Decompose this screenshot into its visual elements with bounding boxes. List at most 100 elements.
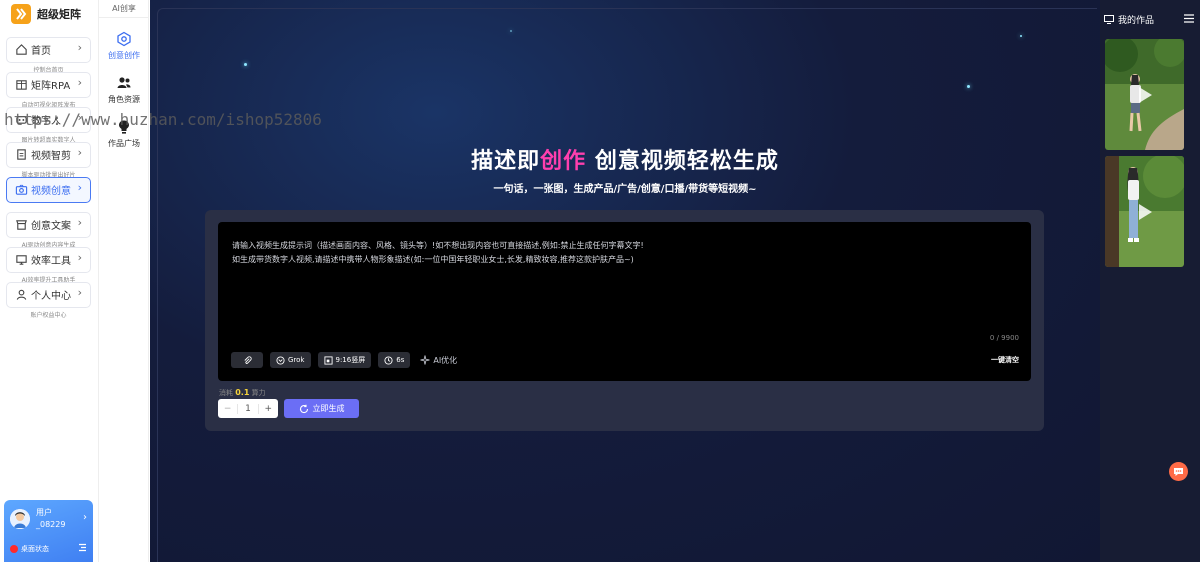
- avatar: [10, 509, 30, 529]
- chevron-right-icon: ›: [77, 146, 82, 159]
- sidebar-item-label: 矩阵RPA: [31, 81, 71, 92]
- logo-icon: [11, 4, 31, 24]
- ratio-label: 9:16竖屏: [335, 356, 366, 364]
- quantity-stepper: − 1 +: [218, 399, 278, 418]
- app-name: 超级矩阵: [37, 8, 81, 21]
- chevron-right-icon: ›: [83, 512, 87, 523]
- prompt-editor[interactable]: 请输入视频生成提示词（描述画面内容、风格、镜头等）!如不想出现内容也可直接描述,…: [218, 222, 1031, 381]
- sub-nav: AI创享 创意创作 角色资源 作品广场: [99, 0, 149, 562]
- decrement-button[interactable]: −: [218, 403, 239, 414]
- main-canvas: 描述即创作 创意视频轻松生成 一句话，一张图，生成产品/广告/创意/口播/带货等…: [150, 0, 1100, 562]
- refresh-icon: [299, 404, 308, 413]
- generate-panel: 请输入视频生成提示词（描述画面内容、风格、镜头等）!如不想出现内容也可直接描述,…: [205, 210, 1044, 431]
- char-counter: 0 / 9900: [989, 334, 1019, 342]
- sidebar-item-profile[interactable]: 个人中心 › 账户权益中心: [6, 282, 91, 319]
- works-title: 我的作品: [1118, 16, 1155, 26]
- quantity-value[interactable]: 1: [238, 404, 257, 414]
- sidebar-item-digital-human[interactable]: 数字人 › 图片转超真实数字人: [6, 107, 91, 144]
- menu-icon[interactable]: [78, 543, 87, 552]
- sub-nav-item-gallery[interactable]: 作品广场: [99, 119, 149, 149]
- sidebar-item-home[interactable]: 首页 › 控制台首页: [6, 37, 91, 74]
- cost-info: 消耗 0.1 算力: [219, 388, 266, 398]
- aspect-ratio-icon: [323, 355, 333, 365]
- sidebar: 超级矩阵 首页 › 控制台首页 矩阵RPA › 自动可视化矩阵发布 数字人 › …: [0, 0, 99, 562]
- ratio-select[interactable]: 9:16竖屏: [317, 352, 372, 368]
- model-label: Grok: [288, 356, 305, 364]
- chevron-right-icon: ›: [77, 41, 82, 54]
- camera-icon: [15, 184, 28, 195]
- work-thumbnail[interactable]: [1105, 39, 1184, 150]
- star-decoration: [510, 30, 512, 32]
- generate-button[interactable]: 立即生成: [284, 399, 359, 418]
- cost-unit: 算力: [251, 389, 266, 397]
- user-icon: [16, 289, 27, 300]
- ai-optimize-label: AI优化: [433, 355, 458, 365]
- user-label: 用户: [36, 508, 52, 517]
- user-name-block: 用户 _08229: [36, 507, 65, 531]
- model-select[interactable]: Grok: [270, 352, 311, 368]
- sub-nav-label: 创意创作: [108, 51, 140, 60]
- model-icon: [276, 355, 285, 365]
- sidebar-item-label: 个人中心: [31, 291, 71, 302]
- sidebar-item-video-creative[interactable]: 视频创意 ›: [6, 177, 91, 203]
- store-icon: [16, 220, 27, 230]
- sparkle-icon: [420, 355, 430, 365]
- clock-icon: [384, 355, 393, 365]
- prompt-line: 如生成带货数字人视频,请描述中携带人物形象描述(如:一位中国年轻职业女士,长发,…: [232, 255, 634, 264]
- duration-label: 6s: [396, 356, 405, 364]
- prompt-placeholder: 请输入视频生成提示词（描述画面内容、风格、镜头等）!如不想出现内容也可直接描述,…: [232, 239, 1012, 267]
- generate-label: 立即生成: [312, 404, 345, 413]
- home-icon: [16, 44, 27, 55]
- ai-optimize-button[interactable]: AI优化: [420, 355, 457, 366]
- chevron-right-icon: ›: [77, 76, 82, 89]
- chat-button[interactable]: [1169, 462, 1188, 481]
- attach-button[interactable]: [231, 352, 263, 368]
- play-icon: [1139, 87, 1152, 103]
- sub-nav-item-create[interactable]: 创意创作: [99, 31, 149, 61]
- sidebar-item-label: 数字人: [31, 116, 61, 127]
- star-decoration: [1020, 35, 1022, 37]
- page-title: 描述即创作 创意视频轻松生成: [150, 143, 1100, 175]
- cost-label: 消耗: [219, 389, 233, 397]
- users-icon: [117, 77, 131, 88]
- works-header: 我的作品: [1104, 13, 1154, 26]
- monitor-icon: [1104, 15, 1114, 24]
- clipboard-icon: [17, 149, 26, 160]
- sidebar-item-video-edit[interactable]: 视频智剪 › 脚本驱动批量出好片: [6, 142, 91, 179]
- sidebar-item-label: 视频创意: [31, 186, 71, 197]
- menu-icon[interactable]: [1184, 14, 1194, 23]
- sidebar-item-label: 视频智剪: [31, 151, 71, 162]
- increment-button[interactable]: +: [257, 403, 278, 414]
- play-icon: [1139, 204, 1152, 220]
- status-dot-icon: [10, 545, 18, 553]
- user-card[interactable]: 用户 _08229 › 桌面状态: [4, 500, 93, 562]
- paperclip-icon: [243, 355, 252, 364]
- chevron-right-icon: ›: [77, 216, 82, 229]
- editor-toolbar: Grok 9:16竖屏 6s AI优化: [231, 352, 457, 368]
- clear-button[interactable]: 一键清空: [991, 355, 1019, 365]
- chevron-right-icon: ›: [77, 251, 82, 264]
- sidebar-item-label: 创意文案: [31, 221, 71, 232]
- monitor-icon: [16, 255, 27, 265]
- chat-bubble-icon: [1174, 468, 1183, 476]
- duration-select[interactable]: 6s: [378, 352, 411, 368]
- status-text: 桌面状态: [21, 545, 49, 553]
- chevron-right-icon: ›: [77, 286, 82, 299]
- sidebar-item-desc: 账户权益中心: [30, 312, 67, 319]
- bulb-icon: [119, 120, 129, 134]
- sidebar-item-rpa[interactable]: 矩阵RPA › 自动可视化矩阵发布: [6, 72, 91, 109]
- chevron-right-icon: ›: [77, 111, 82, 124]
- divider: [99, 17, 149, 18]
- sub-nav-item-roles[interactable]: 角色资源: [99, 75, 149, 105]
- sidebar-item-label: 首页: [31, 46, 51, 57]
- cost-value: 0.1: [235, 388, 250, 397]
- star-decoration: [967, 85, 970, 88]
- star-decoration: [244, 63, 247, 66]
- sidebar-item-copywriting[interactable]: 创意文案 › AI驱动创意内容生成: [6, 212, 91, 249]
- title-accent: 创作: [540, 149, 587, 174]
- desktop-status[interactable]: 桌面状态: [10, 544, 49, 554]
- work-thumbnail[interactable]: [1105, 156, 1184, 267]
- sidebar-item-efficiency-tools[interactable]: 效率工具 › AI效率提升工具助手: [6, 247, 91, 284]
- main-nav: 首页 › 控制台首页 矩阵RPA › 自动可视化矩阵发布 数字人 › 图片转超真…: [0, 37, 98, 319]
- logo[interactable]: 超级矩阵: [0, 0, 98, 28]
